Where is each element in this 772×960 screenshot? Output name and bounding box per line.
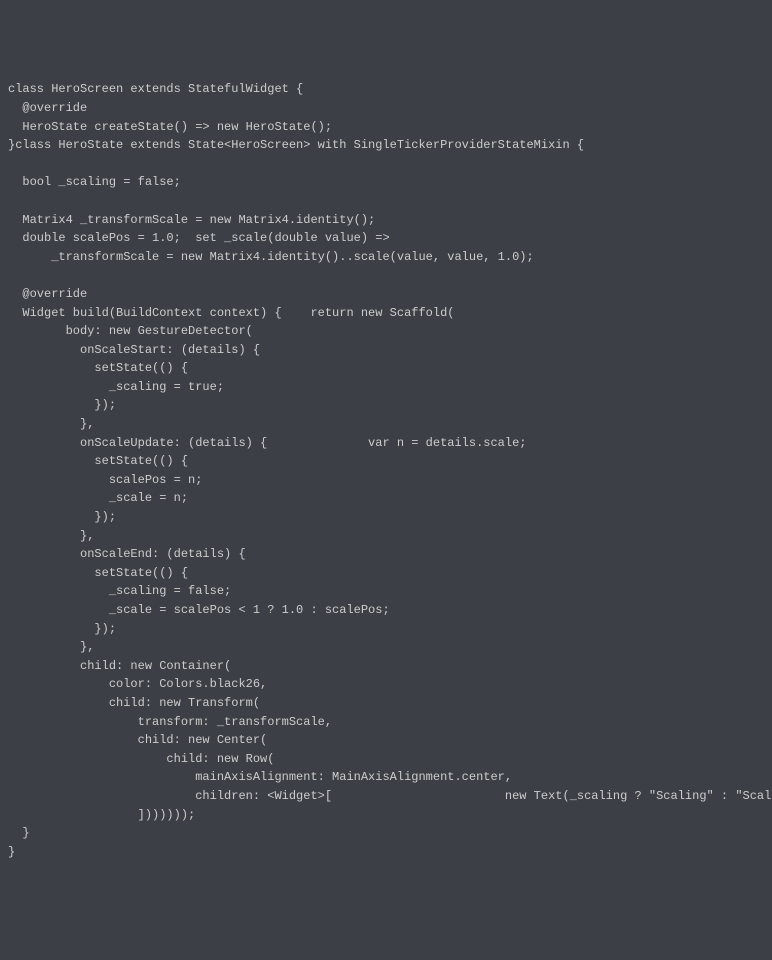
code-line: mainAxisAlignment: MainAxisAlignment.cen… — [8, 770, 512, 784]
code-line: ])))))); — [8, 808, 195, 822]
code-line: bool _scaling = false; — [8, 175, 181, 189]
code-line: Matrix4 _transformScale = new Matrix4.id… — [8, 213, 375, 227]
code-line: _scaling = false; — [8, 584, 231, 598]
code-line: onScaleEnd: (details) { — [8, 547, 246, 561]
code-line: setState(() { — [8, 361, 188, 375]
code-line: _scale = scalePos < 1 ? 1.0 : scalePos; — [8, 603, 390, 617]
code-line: @override — [8, 101, 87, 115]
code-line: _transformScale = new Matrix4.identity()… — [8, 250, 534, 264]
code-line: }); — [8, 622, 116, 636]
code-line: setState(() { — [8, 454, 188, 468]
code-line: setState(() { — [8, 566, 188, 580]
code-line: @override — [8, 287, 87, 301]
code-line: scalePos = n; — [8, 473, 202, 487]
code-line: }); — [8, 510, 116, 524]
code-line: children: <Widget>[ new Text(_scaling ? … — [8, 789, 772, 803]
code-line: _scale = n; — [8, 491, 188, 505]
code-line: body: new GestureDetector( — [8, 324, 253, 338]
code-line: onScaleStart: (details) { — [8, 343, 260, 357]
code-line: }, — [8, 417, 94, 431]
code-line: } — [8, 845, 15, 859]
code-line: child: new Container( — [8, 659, 231, 673]
code-line: HeroState createState() => new HeroState… — [8, 120, 332, 134]
code-line: }, — [8, 640, 94, 654]
code-line: class HeroScreen extends StatefulWidget … — [8, 82, 303, 96]
code-line: } — [8, 826, 30, 840]
code-line: transform: _transformScale, — [8, 715, 332, 729]
code-line: color: Colors.black26, — [8, 677, 267, 691]
code-line: }, — [8, 529, 94, 543]
code-line: Widget build(BuildContext context) { ret… — [8, 306, 454, 320]
code-block: class HeroScreen extends StatefulWidget … — [8, 80, 764, 861]
code-line: double scalePos = 1.0; set _scale(double… — [8, 231, 390, 245]
code-line: }class HeroState extends State<HeroScree… — [8, 138, 584, 152]
code-line: onScaleUpdate: (details) { var n = detai… — [8, 436, 526, 450]
code-line: }); — [8, 398, 116, 412]
code-line: child: new Transform( — [8, 696, 260, 710]
code-line: child: new Center( — [8, 733, 267, 747]
code-line: child: new Row( — [8, 752, 274, 766]
code-line: _scaling = true; — [8, 380, 224, 394]
